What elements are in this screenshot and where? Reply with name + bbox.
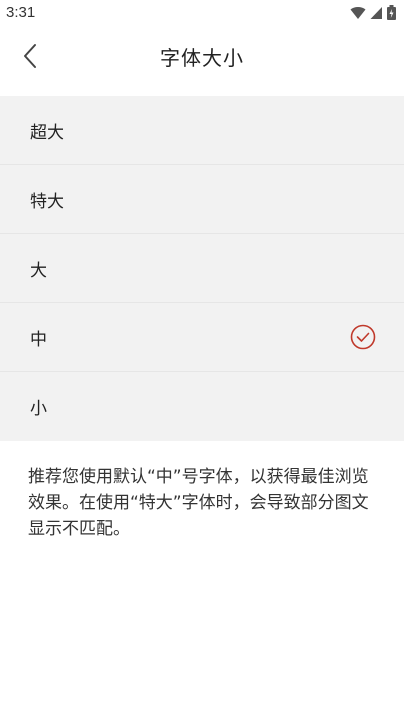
- hint-text: 推荐您使用默认“中”号字体，以获得最佳浏览效果。在使用“特大”字体时，会导致部分…: [28, 467, 369, 539]
- option-label: 大: [30, 260, 47, 281]
- wifi-icon: [350, 5, 366, 24]
- option-label: 特大: [30, 191, 64, 212]
- option-label: 中: [30, 329, 47, 350]
- check-icon: [350, 324, 376, 350]
- cell-signal-icon: [370, 5, 383, 24]
- option-medium[interactable]: 中: [0, 303, 404, 372]
- option-small[interactable]: 小: [0, 372, 404, 441]
- option-label: 超大: [30, 122, 64, 143]
- page-title: 字体大小: [160, 46, 244, 70]
- status-bar: 3:31: [0, 0, 404, 26]
- option-large[interactable]: 大: [0, 234, 404, 303]
- header: 字体大小: [0, 26, 404, 96]
- font-size-options: 超大 特大 大 中 小: [0, 96, 404, 441]
- option-extra-large[interactable]: 超大: [0, 96, 404, 165]
- battery-icon: [387, 5, 396, 24]
- option-huge[interactable]: 特大: [0, 165, 404, 234]
- status-time: 3:31: [6, 4, 36, 21]
- status-icons: [350, 5, 396, 24]
- option-label: 小: [30, 399, 47, 419]
